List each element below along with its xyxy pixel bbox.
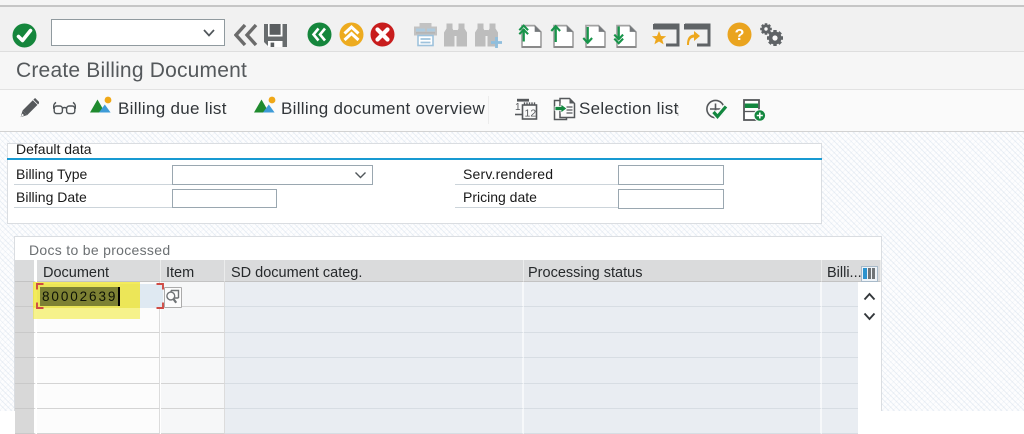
svg-text:?: ? bbox=[735, 27, 745, 44]
svg-text:1: 1 bbox=[515, 102, 521, 113]
svg-text:12: 12 bbox=[525, 108, 537, 120]
